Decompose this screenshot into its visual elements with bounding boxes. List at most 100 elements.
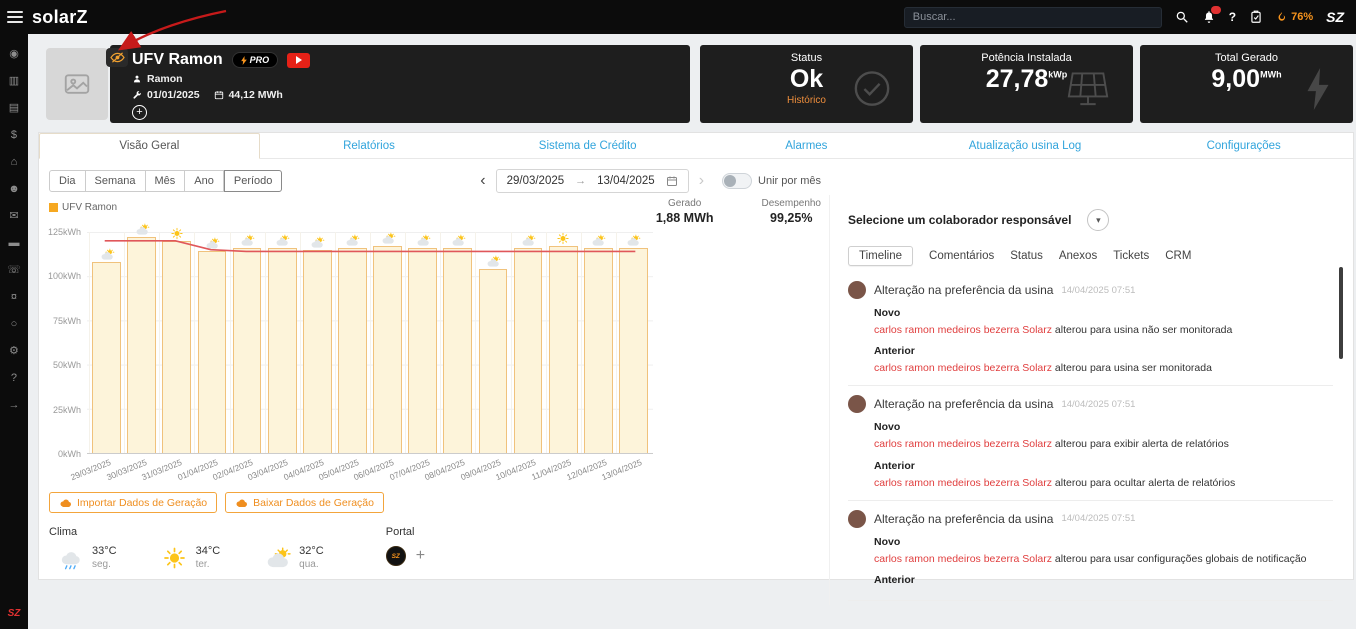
add-portal-button[interactable]: + <box>416 548 425 564</box>
forecast-day: seg. <box>92 559 111 570</box>
chart-bar[interactable] <box>92 262 121 453</box>
charts-icon[interactable]: ▥ <box>7 67 21 94</box>
date-range-input[interactable]: 29/03/2025 → 13/04/2025 <box>495 169 689 193</box>
chart-bar[interactable] <box>232 247 262 453</box>
panel-tab-crm[interactable]: CRM <box>1165 250 1191 262</box>
date-from[interactable]: 29/03/2025 <box>507 175 565 187</box>
app-logo[interactable]: solarZ <box>32 7 88 28</box>
collaborator-dropdown-button[interactable]: ▾ <box>1087 209 1110 231</box>
chart-bar[interactable] <box>478 269 508 453</box>
timeline-actor-link[interactable]: carlos ramon medeiros bezerra Solarz <box>874 324 1052 336</box>
download-generation-button[interactable]: Baixar Dados de Geração <box>225 492 384 513</box>
chart-bar[interactable] <box>338 247 367 453</box>
monitoring-disabled-eye-icon[interactable] <box>106 48 128 67</box>
panel-tab-comentarios[interactable]: Comentários <box>929 250 994 262</box>
date-to[interactable]: 13/04/2025 <box>597 175 655 187</box>
plant-name: UFV Ramon <box>132 51 223 68</box>
portal-sz-logo[interactable]: SZ <box>385 546 406 566</box>
home-icon[interactable]: ⌂ <box>7 148 21 175</box>
tasks-icon[interactable] <box>1249 10 1263 24</box>
integrations-icon[interactable]: ¤ <box>7 283 21 310</box>
chart-bar[interactable] <box>619 247 648 453</box>
chart-bar[interactable] <box>197 251 227 453</box>
lightning-icon <box>1305 68 1331 111</box>
toggle-switch[interactable] <box>722 173 753 189</box>
finance-icon[interactable]: $ <box>7 121 21 148</box>
timeline-actor-link[interactable]: carlos ramon medeiros bezerra Solarz <box>874 477 1052 489</box>
timeline-actor-link[interactable]: carlos ramon medeiros bezerra Solarz <box>874 362 1052 374</box>
menu-icon[interactable] <box>7 8 23 26</box>
tab-relatorios[interactable]: Relatórios <box>260 133 479 158</box>
weather-cloud-sun-icon <box>415 234 431 247</box>
tab-visao-geral[interactable]: Visão Geral <box>39 133 260 159</box>
chart-bar[interactable] <box>267 247 297 453</box>
period-button-dia[interactable]: Dia <box>49 170 86 192</box>
prev-period-chevron[interactable]: ‹ <box>480 173 485 189</box>
next-period-chevron[interactable]: › <box>699 173 704 189</box>
panel-tab-status[interactable]: Status <box>1010 250 1043 262</box>
phone-icon[interactable]: ☏ <box>7 256 21 283</box>
chart-bar[interactable] <box>162 240 192 453</box>
calendar-icon[interactable] <box>666 175 678 187</box>
dashboard-icon[interactable]: ◉ <box>7 40 21 67</box>
chart-bar[interactable] <box>302 249 332 453</box>
clients-icon[interactable]: ☻ <box>7 175 21 202</box>
period-button-periodo[interactable]: Período <box>223 170 283 192</box>
solar-panel-icon <box>1065 69 1111 109</box>
help-icon[interactable]: ? <box>1229 10 1236 24</box>
search-icon[interactable] <box>1175 10 1189 24</box>
logout-icon[interactable]: → <box>7 391 21 418</box>
messages-icon[interactable]: ✉ <box>7 202 21 229</box>
tab-configuracoes[interactable]: Configurações <box>1134 133 1353 158</box>
avatar <box>848 509 866 528</box>
group-by-month-toggle[interactable]: Unir por mês <box>722 173 821 189</box>
timeline-list: Alteração na preferência da usina 14/04/2… <box>848 272 1333 606</box>
y-tick: 75kWh <box>52 315 81 326</box>
weather-cloud-sun-icon <box>380 232 395 245</box>
panel-tab-timeline[interactable]: Timeline <box>848 246 914 266</box>
sidebar-footer-logo[interactable]: SZ <box>8 608 21 619</box>
sidebar-nav: ◉ ▥ ▤ $ ⌂ ☻ ✉ ▬ ☏ ¤ ○ ⚙? → <box>7 40 21 418</box>
generated-stat: Gerado 1,88 MWh <box>656 198 714 225</box>
chart-bar[interactable] <box>373 246 402 453</box>
chart-bar[interactable] <box>408 247 438 453</box>
panel-tab-anexos[interactable]: Anexos <box>1059 250 1097 262</box>
billing-icon[interactable]: ▬ <box>7 229 21 256</box>
total-generated-title: Total Gerado <box>1215 52 1278 64</box>
energy-gauge[interactable]: 76% <box>1276 10 1313 24</box>
solarz-round-logo[interactable]: SZ <box>1326 9 1344 25</box>
search-icon[interactable]: ○ <box>7 310 21 337</box>
period-button-ano[interactable]: Ano <box>185 170 224 192</box>
plant-photo-placeholder[interactable] <box>46 48 108 120</box>
search-input[interactable] <box>903 6 1162 28</box>
forecast-day: ter. <box>195 559 210 570</box>
chart-bar[interactable] <box>513 247 543 453</box>
weather-cloud-sun-icon <box>626 234 641 247</box>
timeline-actor-link[interactable]: carlos ramon medeiros bezerra Solarz <box>874 438 1052 450</box>
youtube-badge[interactable] <box>287 52 311 68</box>
notifications-bell-icon[interactable] <box>1202 6 1221 24</box>
timeline-actor-link[interactable]: carlos ramon medeiros bezerra Solarz <box>874 553 1052 565</box>
tab-alarmes[interactable]: Alarmes <box>697 133 916 158</box>
y-tick: 100kWh <box>47 271 81 282</box>
add-tag-button[interactable]: + <box>132 105 147 120</box>
chart-bar[interactable] <box>583 247 613 453</box>
import-generation-button[interactable]: Importar Dados de Geração <box>49 492 218 513</box>
chart-bar[interactable] <box>127 237 157 453</box>
tab-atualizacao-usina-log[interactable]: Atualização usina Log <box>916 133 1135 158</box>
chart-bar[interactable] <box>548 246 578 453</box>
person-icon <box>133 75 141 83</box>
period-button-semana[interactable]: Semana <box>85 170 146 192</box>
total-generated-value: 9,00 <box>1211 65 1261 93</box>
chart-bar[interactable] <box>443 247 473 453</box>
tab-sistema-de-credito[interactable]: Sistema de Crédito <box>478 133 697 158</box>
chart-legend[interactable]: UFV Ramon <box>49 202 117 213</box>
help-icon[interactable]: ? <box>7 364 21 391</box>
settings-icon[interactable]: ⚙ <box>7 337 21 364</box>
y-tick: 125kWh <box>47 227 81 237</box>
period-button-mes[interactable]: Mês <box>145 170 186 192</box>
reports-icon[interactable]: ▤ <box>7 94 21 121</box>
panel-tab-tickets[interactable]: Tickets <box>1113 250 1149 262</box>
timeline-scrollbar[interactable] <box>1339 267 1343 359</box>
performance-stat-label: Desempenho <box>761 198 821 209</box>
